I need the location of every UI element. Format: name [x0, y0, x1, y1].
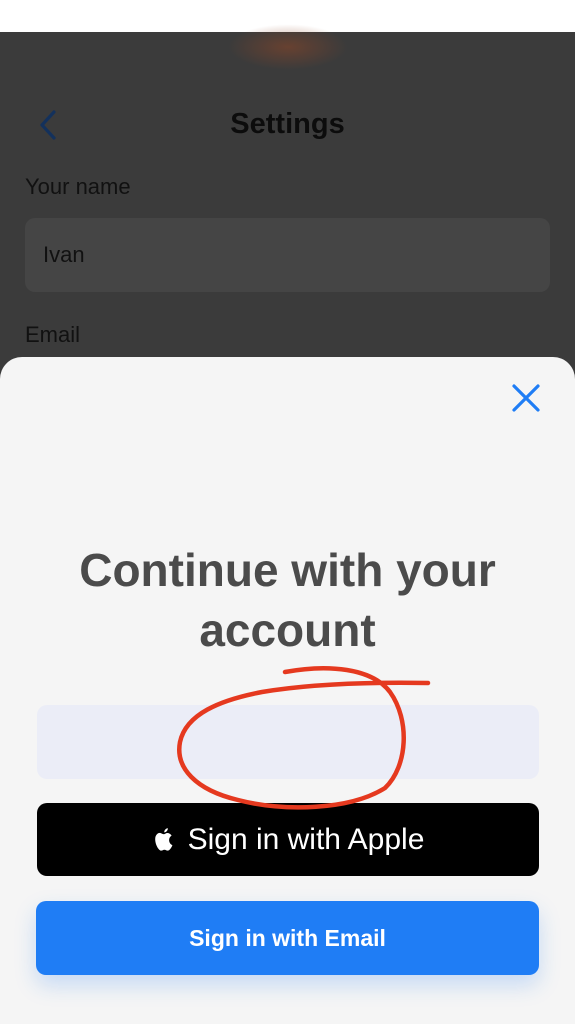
close-button[interactable]: [510, 382, 542, 414]
sign-in-option-placeholder[interactable]: [37, 705, 539, 779]
sign-in-with-apple-button[interactable]: Sign in with Apple: [37, 803, 539, 876]
sheet-title: Continue with your account: [79, 544, 496, 656]
name-label: Your name: [25, 174, 131, 199]
sign-in-with-email-button[interactable]: Sign in with Email: [36, 901, 539, 975]
close-icon: [512, 384, 540, 412]
name-field[interactable]: Ivan: [25, 218, 550, 292]
apple-button-label: Sign in with Apple: [187, 822, 425, 856]
page-title: Settings: [230, 108, 345, 140]
avatar: [228, 24, 348, 70]
apple-logo-icon: [154, 827, 172, 851]
email-button-label: Sign in with Email: [189, 924, 386, 951]
email-label: Email: [25, 322, 81, 347]
